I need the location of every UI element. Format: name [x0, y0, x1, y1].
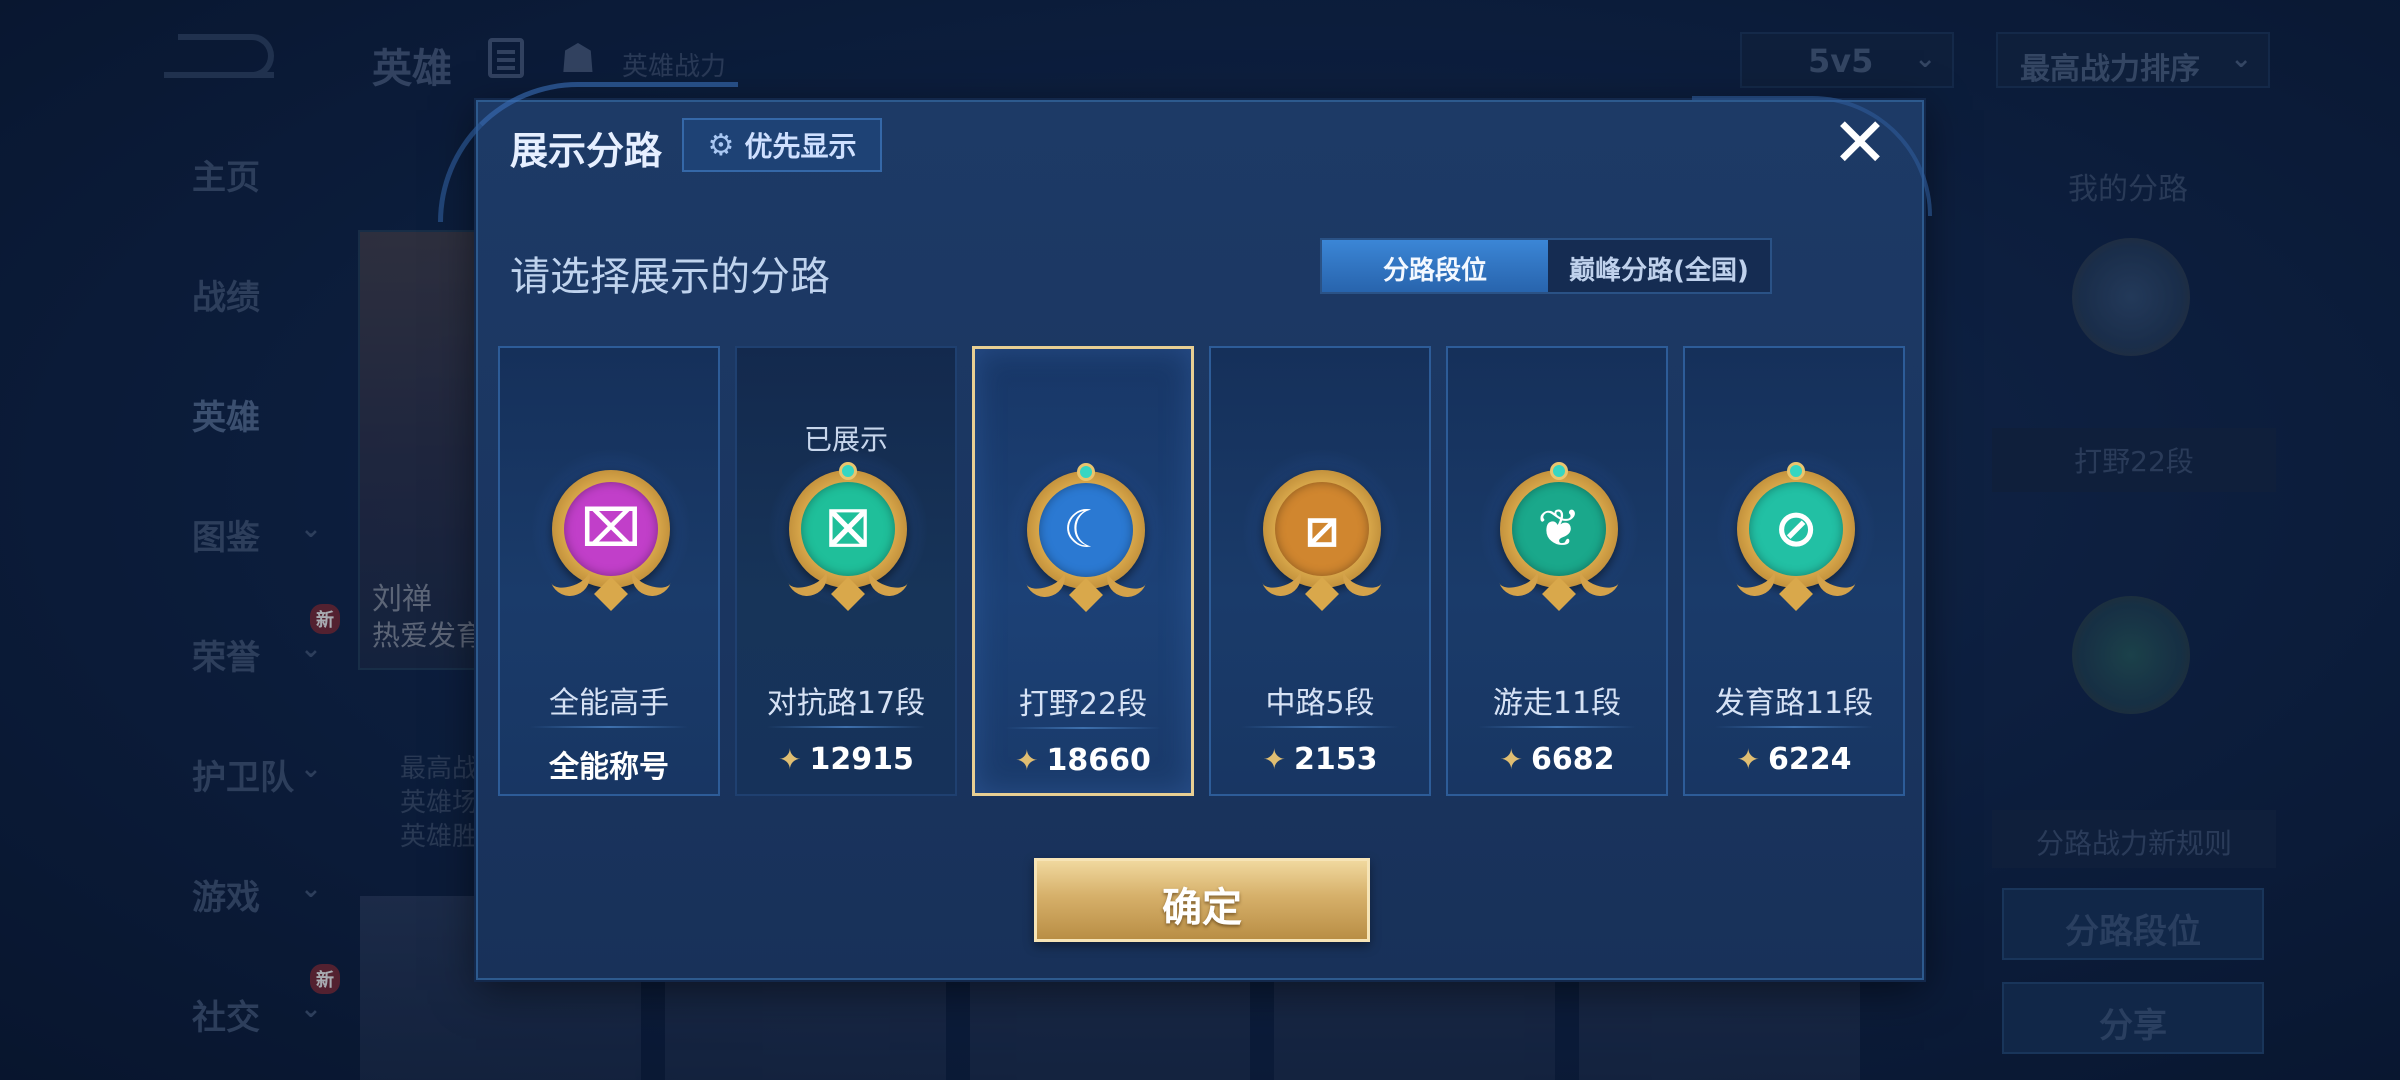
close-icon[interactable]: ✕	[1828, 110, 1892, 178]
lane-power-number: 6682	[1530, 742, 1615, 777]
lane-card-jungle[interactable]: ☾ 打野22段 ✦ 18660	[972, 346, 1194, 796]
lane-card-value: ✦ 18660	[975, 743, 1191, 778]
dialog-title: 展示分路	[510, 129, 663, 173]
all-round-medal: ⌧	[532, 450, 690, 611]
lane-card-name: 打野22段	[1018, 687, 1148, 722]
jungle-medal: ☾	[1007, 451, 1165, 612]
lane-card-value: ✦ 2153	[1211, 742, 1429, 777]
lane-card-value: ✦ 6682	[1448, 742, 1666, 777]
lane-display-dialog: 展示分路 ⚙ 优先显示 ✕ 请选择展示的分路 分路段位 巅峰分路(全国) ⌧ 全…	[438, 82, 1932, 980]
priority-display-button[interactable]: ⚙ 优先显示	[682, 118, 882, 172]
lane-card-title: 全能称号	[549, 750, 669, 785]
roam-medal: ❦	[1480, 450, 1638, 611]
lane-power-number: 2153	[1293, 742, 1378, 777]
gear-icon: ⚙	[707, 127, 735, 163]
lane-card-all-round[interactable]: ⌧ 全能高手 全能称号	[498, 346, 720, 796]
power-icon: ✦	[778, 743, 802, 776]
tab-group: 分路段位 巅峰分路(全国)	[1320, 238, 1772, 294]
lane-card-farm[interactable]: ⊘ 发育路11段 ✦ 6224	[1683, 346, 1905, 796]
lane-card-name: 对抗路17段	[766, 686, 926, 721]
lane-card-name: 发育路11段	[1714, 686, 1874, 721]
lane-card-list: ⌧ 全能高手 全能称号 已展示 ⛝ 对抗路17段 ✦ 12915 ☾ 打野22段…	[498, 346, 1906, 798]
power-icon: ✦	[1736, 743, 1760, 776]
clash-lane-medal: ⛝	[769, 450, 927, 611]
lane-card-value: ✦ 6224	[1685, 742, 1903, 777]
lane-power-number: 18660	[1046, 743, 1151, 778]
lane-card-name: 全能高手	[549, 686, 669, 721]
power-icon: ✦	[1499, 743, 1523, 776]
lane-card-value: ✦ 12915	[737, 742, 955, 777]
confirm-button[interactable]: 确定	[1034, 858, 1370, 942]
dialog-subtitle: 请选择展示的分路	[510, 254, 830, 300]
lane-card-mid[interactable]: ⧄ 中路5段 ✦ 2153	[1209, 346, 1431, 796]
lane-card-name: 中路5段	[1265, 686, 1375, 721]
farm-lane-medal: ⊘	[1717, 450, 1875, 611]
lane-power-number: 12915	[809, 742, 914, 777]
tab-peak-lane-national[interactable]: 巅峰分路(全国)	[1548, 240, 1770, 292]
lane-card-roam[interactable]: ❦ 游走11段 ✦ 6682	[1446, 346, 1668, 796]
lane-card-clash[interactable]: 已展示 ⛝ 对抗路17段 ✦ 12915	[735, 346, 957, 796]
mid-lane-medal: ⧄	[1243, 450, 1401, 611]
lane-card-value: 全能称号	[500, 742, 718, 786]
decorative-swirl	[1692, 96, 1932, 216]
power-icon: ✦	[1015, 744, 1039, 777]
power-icon: ✦	[1262, 743, 1286, 776]
lane-power-number: 6224	[1767, 742, 1852, 777]
priority-display-label: 优先显示	[744, 130, 857, 163]
lane-card-name: 游走11段	[1492, 686, 1622, 721]
tab-lane-rank[interactable]: 分路段位	[1322, 240, 1548, 292]
